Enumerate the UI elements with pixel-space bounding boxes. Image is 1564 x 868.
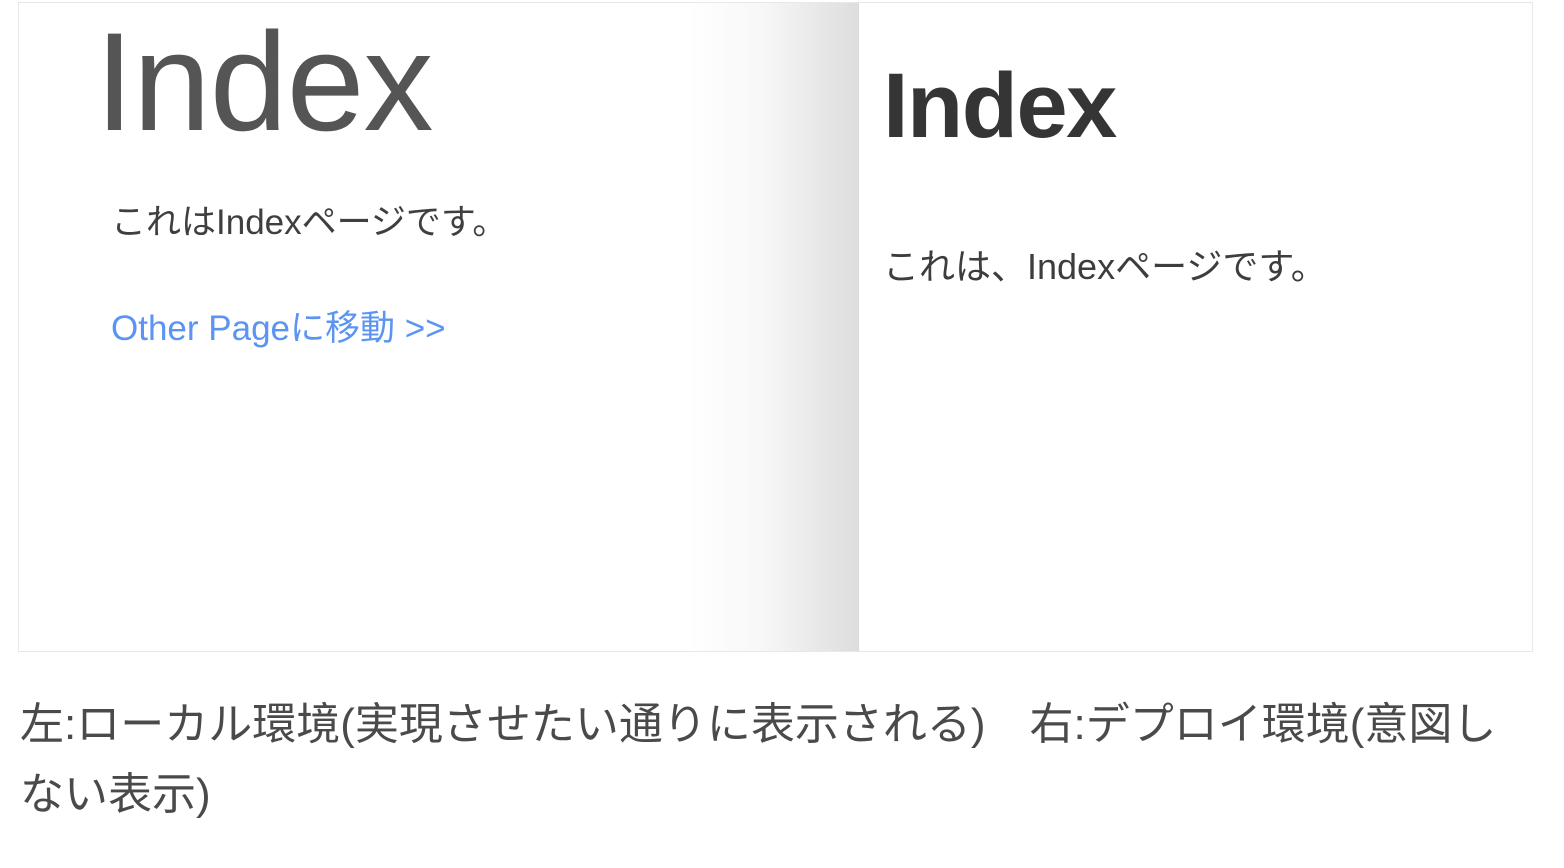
local-page-heading: Index <box>95 3 433 160</box>
other-page-link[interactable]: Other Pageに移動 >> <box>111 305 446 352</box>
local-page-paragraph: これはIndexページです。 <box>111 203 508 242</box>
deploy-environment-panel: Index これは、Indexページです。 <box>859 3 1532 651</box>
deploy-page-heading: Index <box>883 55 1117 157</box>
comparison-figure: Index これはIndexページです。 Other Pageに移動 >> In… <box>18 2 1533 652</box>
local-environment-panel: Index これはIndexページです。 Other Pageに移動 >> <box>19 3 858 651</box>
figure-caption: 左:ローカル環境(実現させたい通りに表示される) 右:デプロイ環境(意図しない表… <box>20 700 1497 819</box>
deploy-page-paragraph: これは、Indexページです。 <box>883 246 1327 287</box>
page-edge-shadow <box>688 3 858 651</box>
